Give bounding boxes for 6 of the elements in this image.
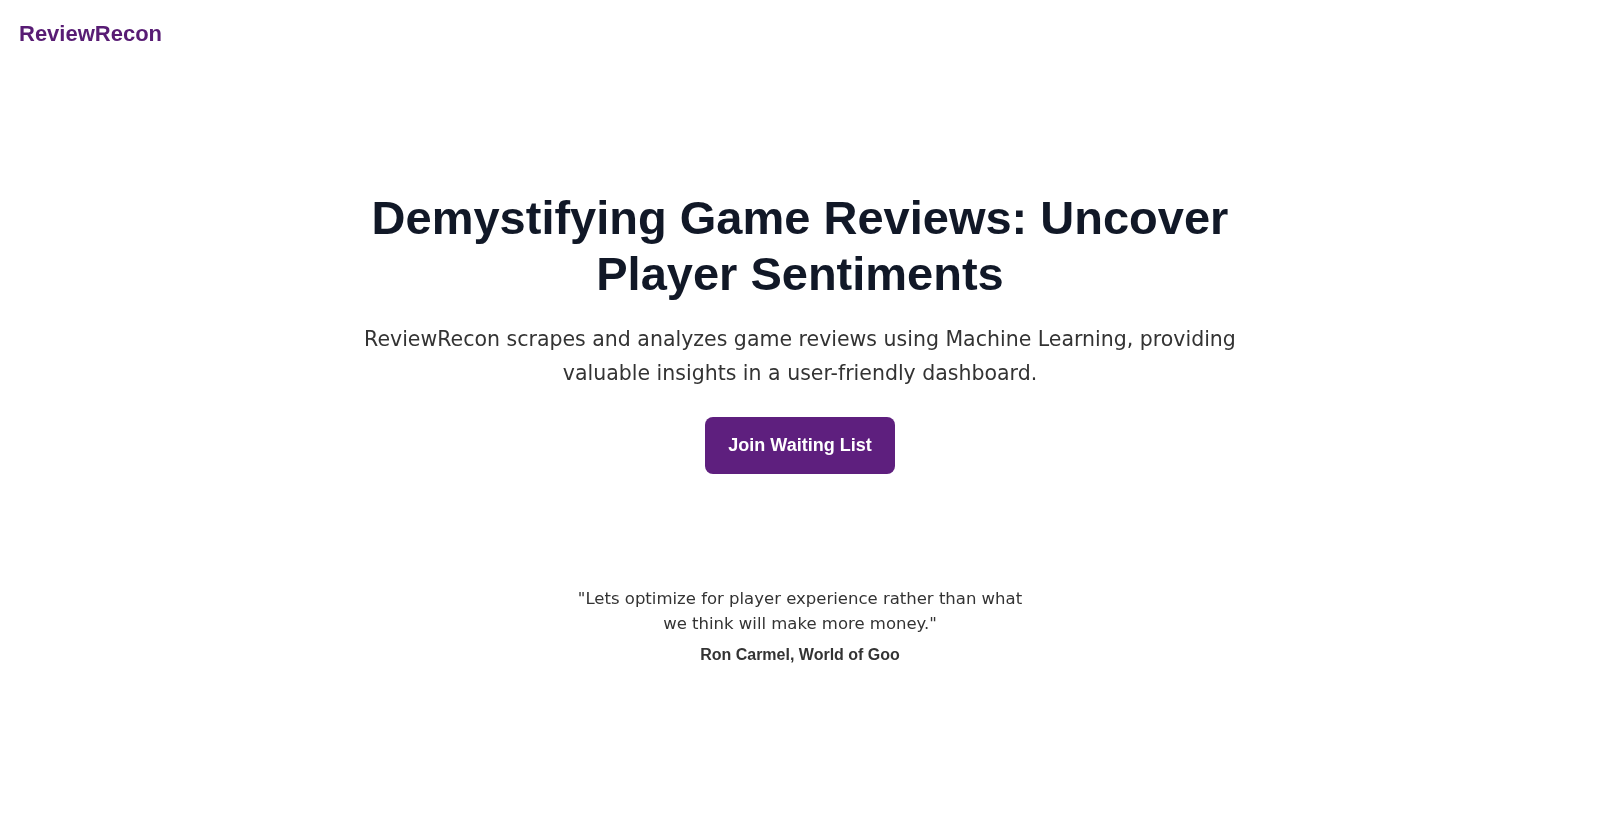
hero-heading: Demystifying Game Reviews: Uncover Player Sentiments [370,190,1230,302]
logo-link[interactable]: ReviewRecon [19,21,163,47]
hero-description: ReviewRecon scrapes and analyzes game reviews using Machine Learning, providing valuable insights in a user-friendly dashboard. [363,326,1237,387]
testimonial-quote: "Lets optimize for player experience rather than what we think will make more money." [576,588,1024,635]
join-waiting-list-button[interactable]: Join Waiting List [705,417,895,474]
testimonial-author: Ron Carmel, World of Goo [700,645,900,665]
